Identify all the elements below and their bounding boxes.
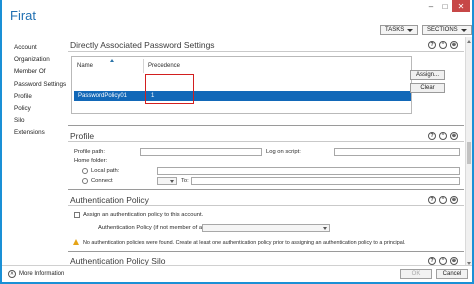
column-header-precedence[interactable]: Precedence [148, 63, 180, 69]
help-icon[interactable]: ? [428, 41, 436, 49]
section-divider [68, 251, 464, 252]
nav-item-password-settings[interactable]: Password Settings [14, 79, 70, 91]
chevron-up-icon: ˄ [8, 270, 16, 278]
chevron-down-icon [323, 227, 327, 230]
to-label: To: [181, 178, 189, 184]
chevron-down-icon [407, 28, 414, 32]
collapse-icon[interactable]: ⌃ [439, 196, 447, 204]
scroll-up-icon[interactable] [467, 40, 471, 43]
assign-policy-checkbox[interactable] [74, 212, 80, 218]
password-settings-controls: ? ⌃ ⊕ [428, 41, 458, 49]
auth-policy-controls: ? ⌃ ⊕ [428, 196, 458, 204]
window-title: Firat [10, 8, 36, 23]
cancel-button[interactable]: Cancel [436, 269, 468, 279]
connect-label: Connect [91, 178, 113, 184]
tasks-button[interactable]: TASKS [380, 25, 419, 35]
minimize-button[interactable]: – [424, 0, 438, 12]
section-nav: Account Organization Member Of Password … [14, 42, 70, 140]
vertical-scrollbar[interactable] [465, 37, 472, 268]
auth-policy-title: Authentication Policy [70, 195, 149, 205]
more-information-label: More Information [19, 271, 65, 277]
tasks-label: TASKS [385, 27, 405, 33]
help-icon[interactable]: ? [428, 196, 436, 204]
nav-item-policy[interactable]: Policy [14, 103, 70, 115]
auth-silo-controls: ? ⌃ ⊕ [428, 257, 458, 265]
nav-item-account[interactable]: Account [14, 42, 70, 54]
profile-path-input[interactable] [140, 148, 262, 156]
section-divider [68, 141, 464, 142]
section-divider [68, 205, 464, 206]
nav-item-profile[interactable]: Profile [14, 91, 70, 103]
scrollbar-thumb[interactable] [467, 142, 471, 164]
profile-path-label: Profile path: [74, 149, 105, 155]
content-pane: Directly Associated Password Settings ? … [68, 37, 464, 268]
highlight-annotation [145, 74, 194, 104]
nav-item-silo[interactable]: Silo [14, 115, 70, 127]
nav-item-organization[interactable]: Organization [14, 54, 70, 66]
logon-script-label: Log on script: [266, 149, 301, 155]
nav-item-member-of[interactable]: Member Of [14, 66, 70, 78]
collapse-section-icon[interactable]: ⊕ [450, 257, 458, 265]
assign-policy-label: Assign an authentication policy to this … [83, 212, 204, 218]
profile-title: Profile [70, 131, 95, 141]
clear-button[interactable]: Clear [410, 83, 445, 93]
policy-dropdown[interactable] [202, 224, 330, 232]
logon-script-input[interactable] [334, 148, 460, 156]
local-path-radio[interactable] [82, 168, 88, 174]
cell-policy-name: PasswordPolicy01 [78, 93, 128, 99]
profile-controls: ? ⌃ ⊕ [428, 132, 458, 140]
maximize-button[interactable]: □ [438, 0, 452, 12]
close-button[interactable]: ✕ [452, 0, 470, 12]
drive-dropdown[interactable] [157, 177, 177, 185]
grid-header: Name Precedence [72, 57, 411, 73]
title-bar: Firat – □ ✕ TASKS SECTIONS [2, 0, 472, 40]
collapse-section-icon[interactable]: ⊕ [450, 132, 458, 140]
more-information-toggle[interactable]: ˄ More Information [8, 270, 64, 278]
connect-radio[interactable] [82, 178, 88, 184]
sections-label: SECTIONS [427, 27, 458, 33]
help-icon[interactable]: ? [428, 132, 436, 140]
chevron-down-icon [460, 28, 467, 32]
to-input[interactable] [191, 177, 460, 185]
section-divider [68, 51, 464, 52]
column-divider [143, 59, 144, 73]
table-row[interactable]: PasswordPolicy01 1 [74, 91, 411, 101]
collapse-section-icon[interactable]: ⊕ [450, 41, 458, 49]
local-path-label: Local path: [91, 168, 120, 174]
help-icon[interactable]: ? [428, 257, 436, 265]
section-divider [68, 189, 464, 190]
assign-button[interactable]: Assign... [410, 70, 445, 80]
local-path-input[interactable] [157, 167, 460, 175]
column-header-name[interactable]: Name [77, 63, 93, 69]
collapse-icon[interactable]: ⌃ [439, 41, 447, 49]
sort-ascending-icon [110, 59, 114, 62]
window-controls: – □ ✕ [424, 0, 470, 12]
ok-button[interactable]: OK [400, 269, 432, 279]
nav-item-extensions[interactable]: Extensions [14, 127, 70, 139]
section-divider [68, 125, 464, 126]
collapse-icon[interactable]: ⌃ [439, 132, 447, 140]
footer-bar: ˄ More Information OK Cancel [2, 265, 472, 282]
collapse-section-icon[interactable]: ⊕ [450, 196, 458, 204]
warning-icon [73, 239, 79, 245]
password-settings-title: Directly Associated Password Settings [70, 40, 215, 50]
policy-select-label: Authentication Policy (if not member of … [98, 225, 217, 231]
chevron-down-icon [170, 180, 174, 183]
home-folder-label: Home folder: [74, 158, 108, 164]
collapse-icon[interactable]: ⌃ [439, 257, 447, 265]
no-policy-warning: No authentication policies were found. C… [83, 240, 406, 246]
sections-button[interactable]: SECTIONS [422, 25, 472, 35]
window: Firat – □ ✕ TASKS SECTIONS Account Organ… [0, 0, 474, 284]
password-settings-grid: Name Precedence PasswordPolicy01 1 [71, 56, 412, 114]
